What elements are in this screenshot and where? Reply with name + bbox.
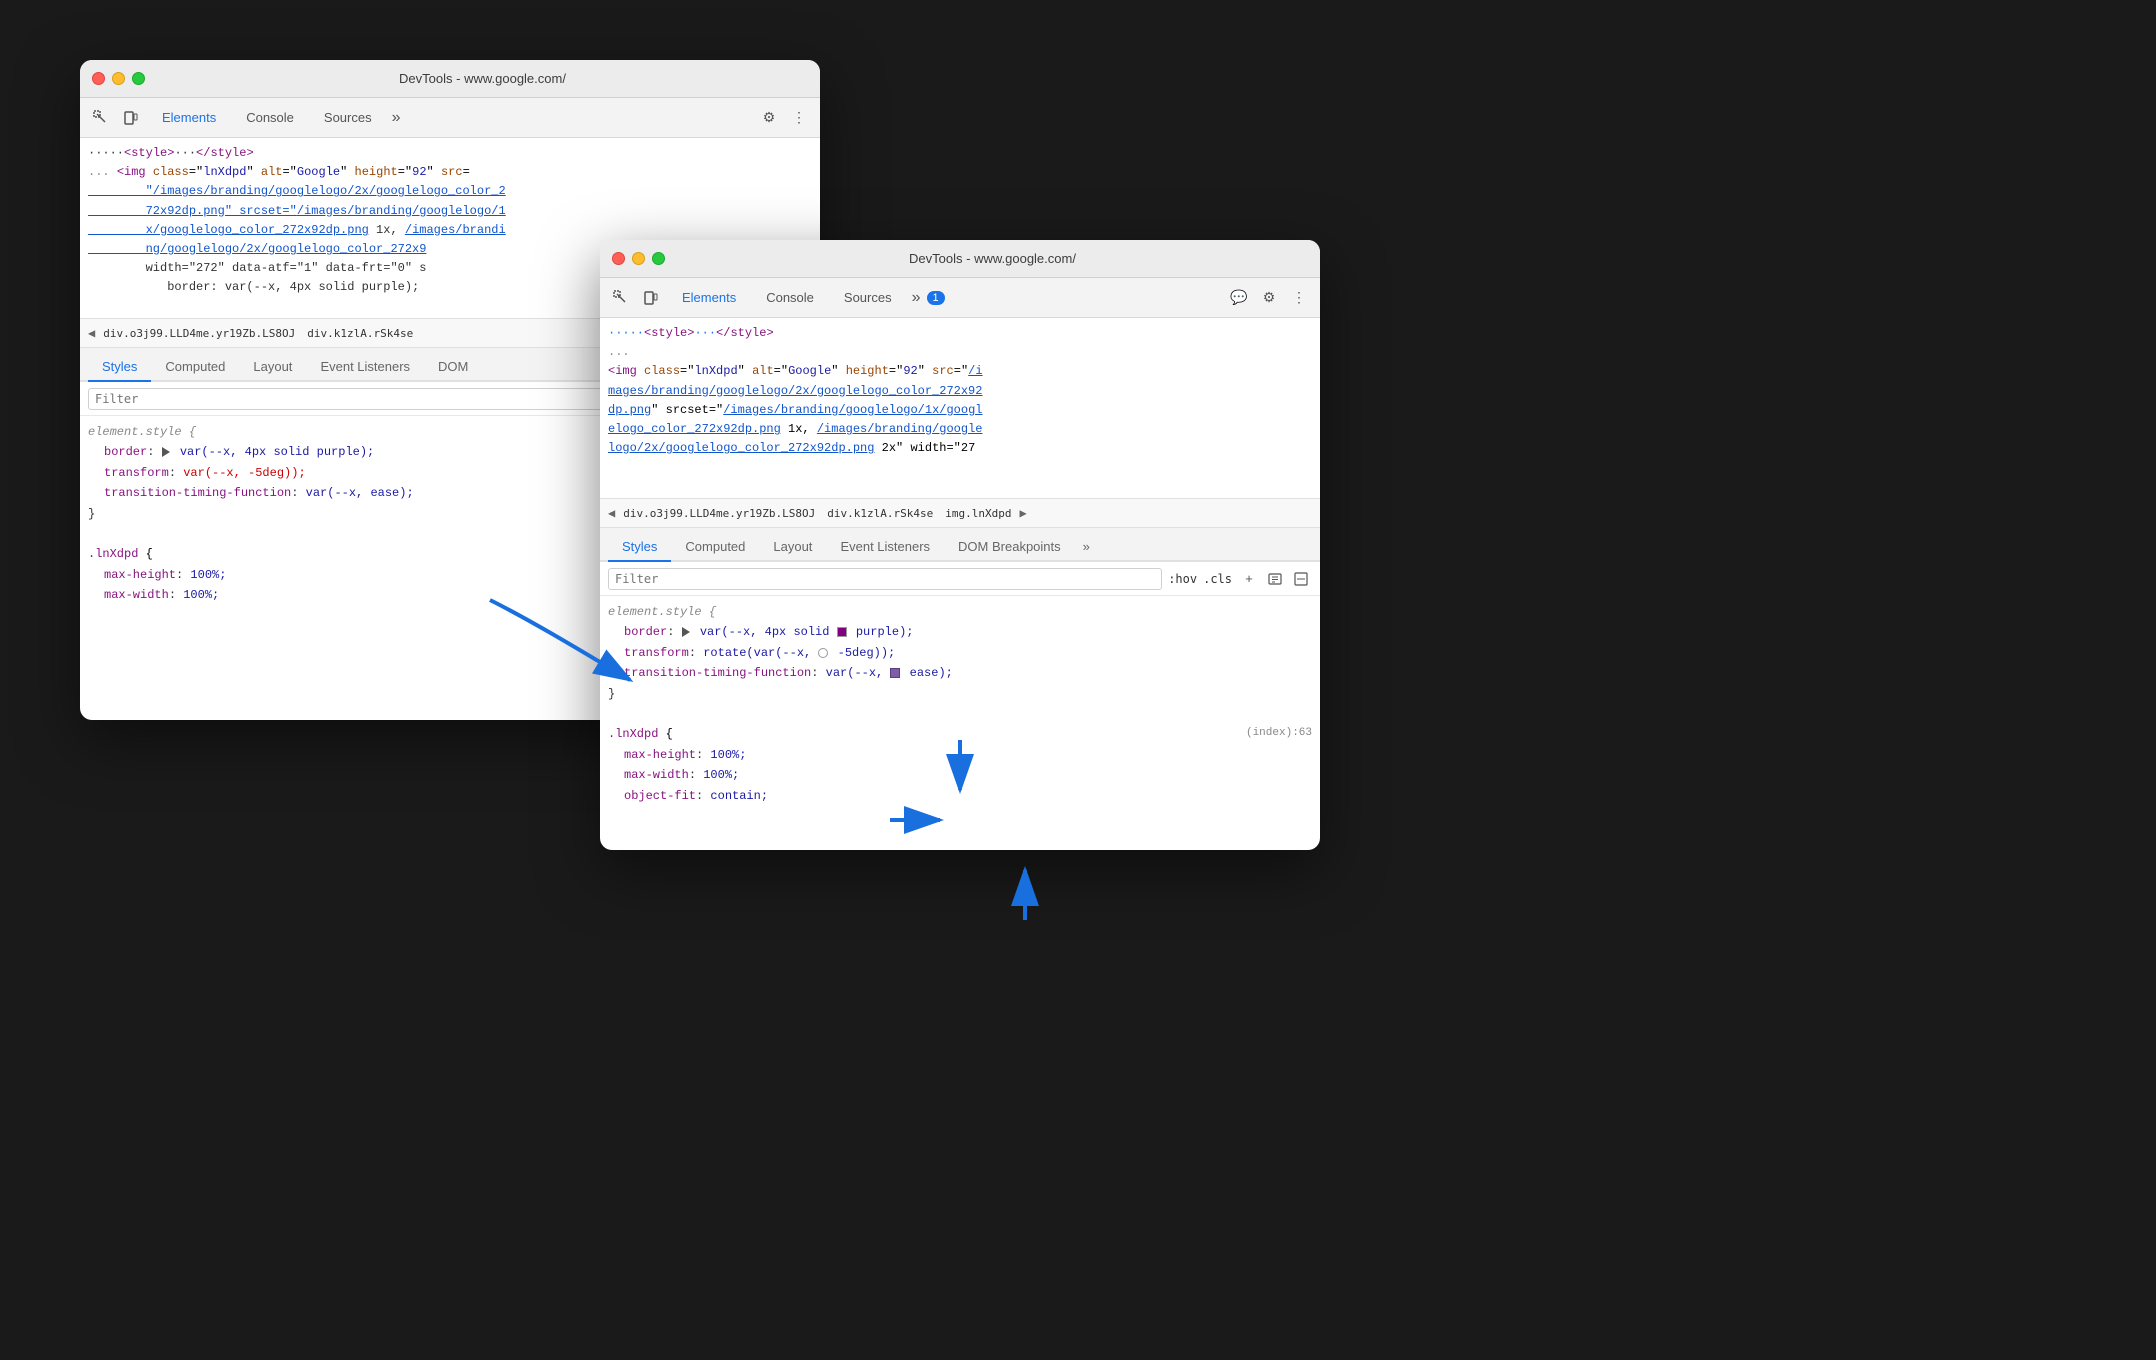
tab-console-2[interactable]: Console — [752, 284, 828, 312]
html-line: <img class="lnXdpd" alt="Google" height=… — [600, 362, 1320, 381]
html-content-2: ·····<style>···</style> ... <img class="… — [600, 318, 1320, 464]
inspect-icon-2[interactable] — [608, 285, 634, 311]
minimize-button-1[interactable] — [112, 72, 125, 85]
css-tab-layout-2[interactable]: Layout — [759, 533, 826, 562]
css-prop-transform-2: transform: rotate(var(--x, -5deg)); — [624, 643, 1312, 663]
toolbar-1: Elements Console Sources » ⚙ ⋮ — [80, 98, 820, 138]
css-prop-objectfit-2: object-fit: contain; — [624, 786, 1312, 806]
breadcrumb-item-1[interactable]: div.o3j99.LLD4me.yr19Zb.LS8OJ — [99, 325, 299, 342]
device-icon-2[interactable] — [638, 285, 664, 311]
css-panel-2: Styles Computed Layout Event Listeners D… — [600, 528, 1320, 850]
circle-swatch[interactable] — [818, 648, 828, 658]
tab-elements-2[interactable]: Elements — [668, 284, 750, 312]
traffic-lights-1 — [92, 72, 145, 85]
breadcrumb-item-2-2[interactable]: div.k1zlA.rSk4se — [823, 505, 937, 522]
tab-console-1[interactable]: Console — [232, 104, 308, 132]
toolbar-tabs-1: Elements Console Sources » — [148, 104, 752, 132]
css-rule-close-2: } — [608, 684, 1312, 704]
html-line: ... — [600, 343, 1320, 362]
filter-input-2[interactable] — [608, 568, 1162, 590]
html-line: "/images/branding/googlelogo/2x/googlelo… — [80, 182, 820, 201]
chat-icon[interactable]: 💬 — [1226, 285, 1252, 311]
title-bar-1: DevTools - www.google.com/ — [80, 60, 820, 98]
more-icon-1[interactable]: ⋮ — [786, 105, 812, 131]
window-title-1: DevTools - www.google.com/ — [157, 71, 808, 86]
minimize-button-2[interactable] — [632, 252, 645, 265]
new-style-rule-icon[interactable] — [1264, 568, 1286, 590]
window-title-2: DevTools - www.google.com/ — [677, 251, 1308, 266]
css-tab-styles-2[interactable]: Styles — [608, 533, 671, 562]
inspect-icon[interactable] — [88, 105, 114, 131]
add-style-icon[interactable]: + — [1238, 568, 1260, 590]
breadcrumb-2: ◀ div.o3j99.LLD4me.yr19Zb.LS8OJ div.k1zl… — [600, 498, 1320, 528]
source-ref[interactable]: (index):63 — [1246, 724, 1312, 744]
html-line: logo/2x/googlelogo_color_272x92dp.png 2x… — [600, 439, 1320, 458]
maximize-button-1[interactable] — [132, 72, 145, 85]
breadcrumb-forward-arrow-2[interactable]: ▶ — [1020, 506, 1027, 520]
title-bar-2: DevTools - www.google.com/ — [600, 240, 1320, 278]
more-icon-2[interactable]: ⋮ — [1286, 285, 1312, 311]
devtools-window-2: DevTools - www.google.com/ Elements Cons… — [600, 240, 1320, 850]
breadcrumb-item-2[interactable]: div.k1zlA.rSk4se — [303, 325, 417, 342]
css-tab-dom-1[interactable]: DOM — [424, 353, 482, 382]
color-swatch-purple[interactable] — [837, 627, 847, 637]
css-prop-border-2: border: var(--x, 4px solid purple); — [624, 622, 1312, 642]
css-rule-lnxdpd: .lnXdpd { (index):63 — [608, 724, 1312, 744]
settings-icon-1[interactable]: ⚙ — [756, 105, 782, 131]
filter-hov-2[interactable]: :hov — [1168, 572, 1197, 586]
toolbar-2: Elements Console Sources » 1 💬 ⚙ ⋮ — [600, 278, 1320, 318]
breadcrumb-item-2-1[interactable]: div.o3j99.LLD4me.yr19Zb.LS8OJ — [619, 505, 819, 522]
html-line: elogo_color_272x92dp.png 1x, /images/bra… — [600, 420, 1320, 439]
html-line: ... <img class="lnXdpd" alt="Google" hei… — [80, 163, 820, 182]
traffic-lights-2 — [612, 252, 665, 265]
tab-sources-1[interactable]: Sources — [310, 104, 386, 132]
filter-icons-2: + — [1238, 568, 1312, 590]
html-line: 72x92dp.png" srcset="/images/branding/go… — [80, 202, 820, 221]
close-button-1[interactable] — [92, 72, 105, 85]
css-tab-event-1[interactable]: Event Listeners — [306, 353, 424, 382]
toolbar-tabs-2: Elements Console Sources » 1 — [668, 284, 1222, 312]
toolbar-right-2: 💬 ⚙ ⋮ — [1226, 285, 1312, 311]
device-icon[interactable] — [118, 105, 144, 131]
css-tab-computed-2[interactable]: Computed — [671, 533, 759, 562]
css-tab-computed-1[interactable]: Computed — [151, 353, 239, 382]
html-line: ·····<style>···</style> — [80, 144, 820, 163]
toolbar-right-1: ⚙ ⋮ — [756, 105, 812, 131]
tab-elements-1[interactable]: Elements — [148, 104, 230, 132]
window-body-2: ·····<style>···</style> ... <img class="… — [600, 318, 1320, 850]
html-line: mages/branding/googlelogo/2x/googlelogo_… — [600, 382, 1320, 401]
html-panel-2: ·····<style>···</style> ... <img class="… — [600, 318, 1320, 498]
breadcrumb-back-arrow-2[interactable]: ◀ — [608, 506, 615, 520]
html-line: ·····<style>···</style> — [600, 324, 1320, 343]
toggle-changes-icon[interactable] — [1290, 568, 1312, 590]
css-tab-styles-1[interactable]: Styles — [88, 353, 151, 382]
html-line: dp.png" srcset="/images/branding/googlel… — [600, 401, 1320, 420]
tab-more-1[interactable]: » — [388, 109, 405, 127]
css-tab-more-2[interactable]: » — [1075, 533, 1098, 560]
close-button-2[interactable] — [612, 252, 625, 265]
css-tabs-2: Styles Computed Layout Event Listeners D… — [600, 528, 1320, 562]
maximize-button-2[interactable] — [652, 252, 665, 265]
checkbox-swatch[interactable] — [890, 668, 900, 678]
settings-icon-2[interactable]: ⚙ — [1256, 285, 1282, 311]
css-prop-transition-2: transition-timing-function: var(--x, eas… — [624, 663, 1312, 683]
tab-sources-2[interactable]: Sources — [830, 284, 906, 312]
filter-bar-2: :hov .cls + — [600, 562, 1320, 596]
css-tab-dom-2[interactable]: DOM Breakpoints — [944, 533, 1075, 562]
css-content-2: element.style { border: var(--x, 4px sol… — [600, 596, 1320, 850]
html-line: x/googlelogo_color_272x92dp.png 1x, /ima… — [80, 221, 820, 240]
css-prop-maxheight-2: max-height: 100%; — [624, 745, 1312, 765]
css-prop-maxwidth-2: max-width: 100%; — [624, 765, 1312, 785]
console-badge: 1 — [927, 291, 945, 305]
css-tab-event-2[interactable]: Event Listeners — [826, 533, 944, 562]
css-rule-selector-w2: element.style { — [608, 602, 1312, 622]
filter-cls-2[interactable]: .cls — [1203, 572, 1232, 586]
breadcrumb-back-arrow[interactable]: ◀ — [88, 326, 95, 340]
css-tab-layout-1[interactable]: Layout — [239, 353, 306, 382]
breadcrumb-item-2-3[interactable]: img.lnXdpd — [941, 505, 1015, 522]
tab-more-2[interactable]: » — [908, 289, 925, 307]
